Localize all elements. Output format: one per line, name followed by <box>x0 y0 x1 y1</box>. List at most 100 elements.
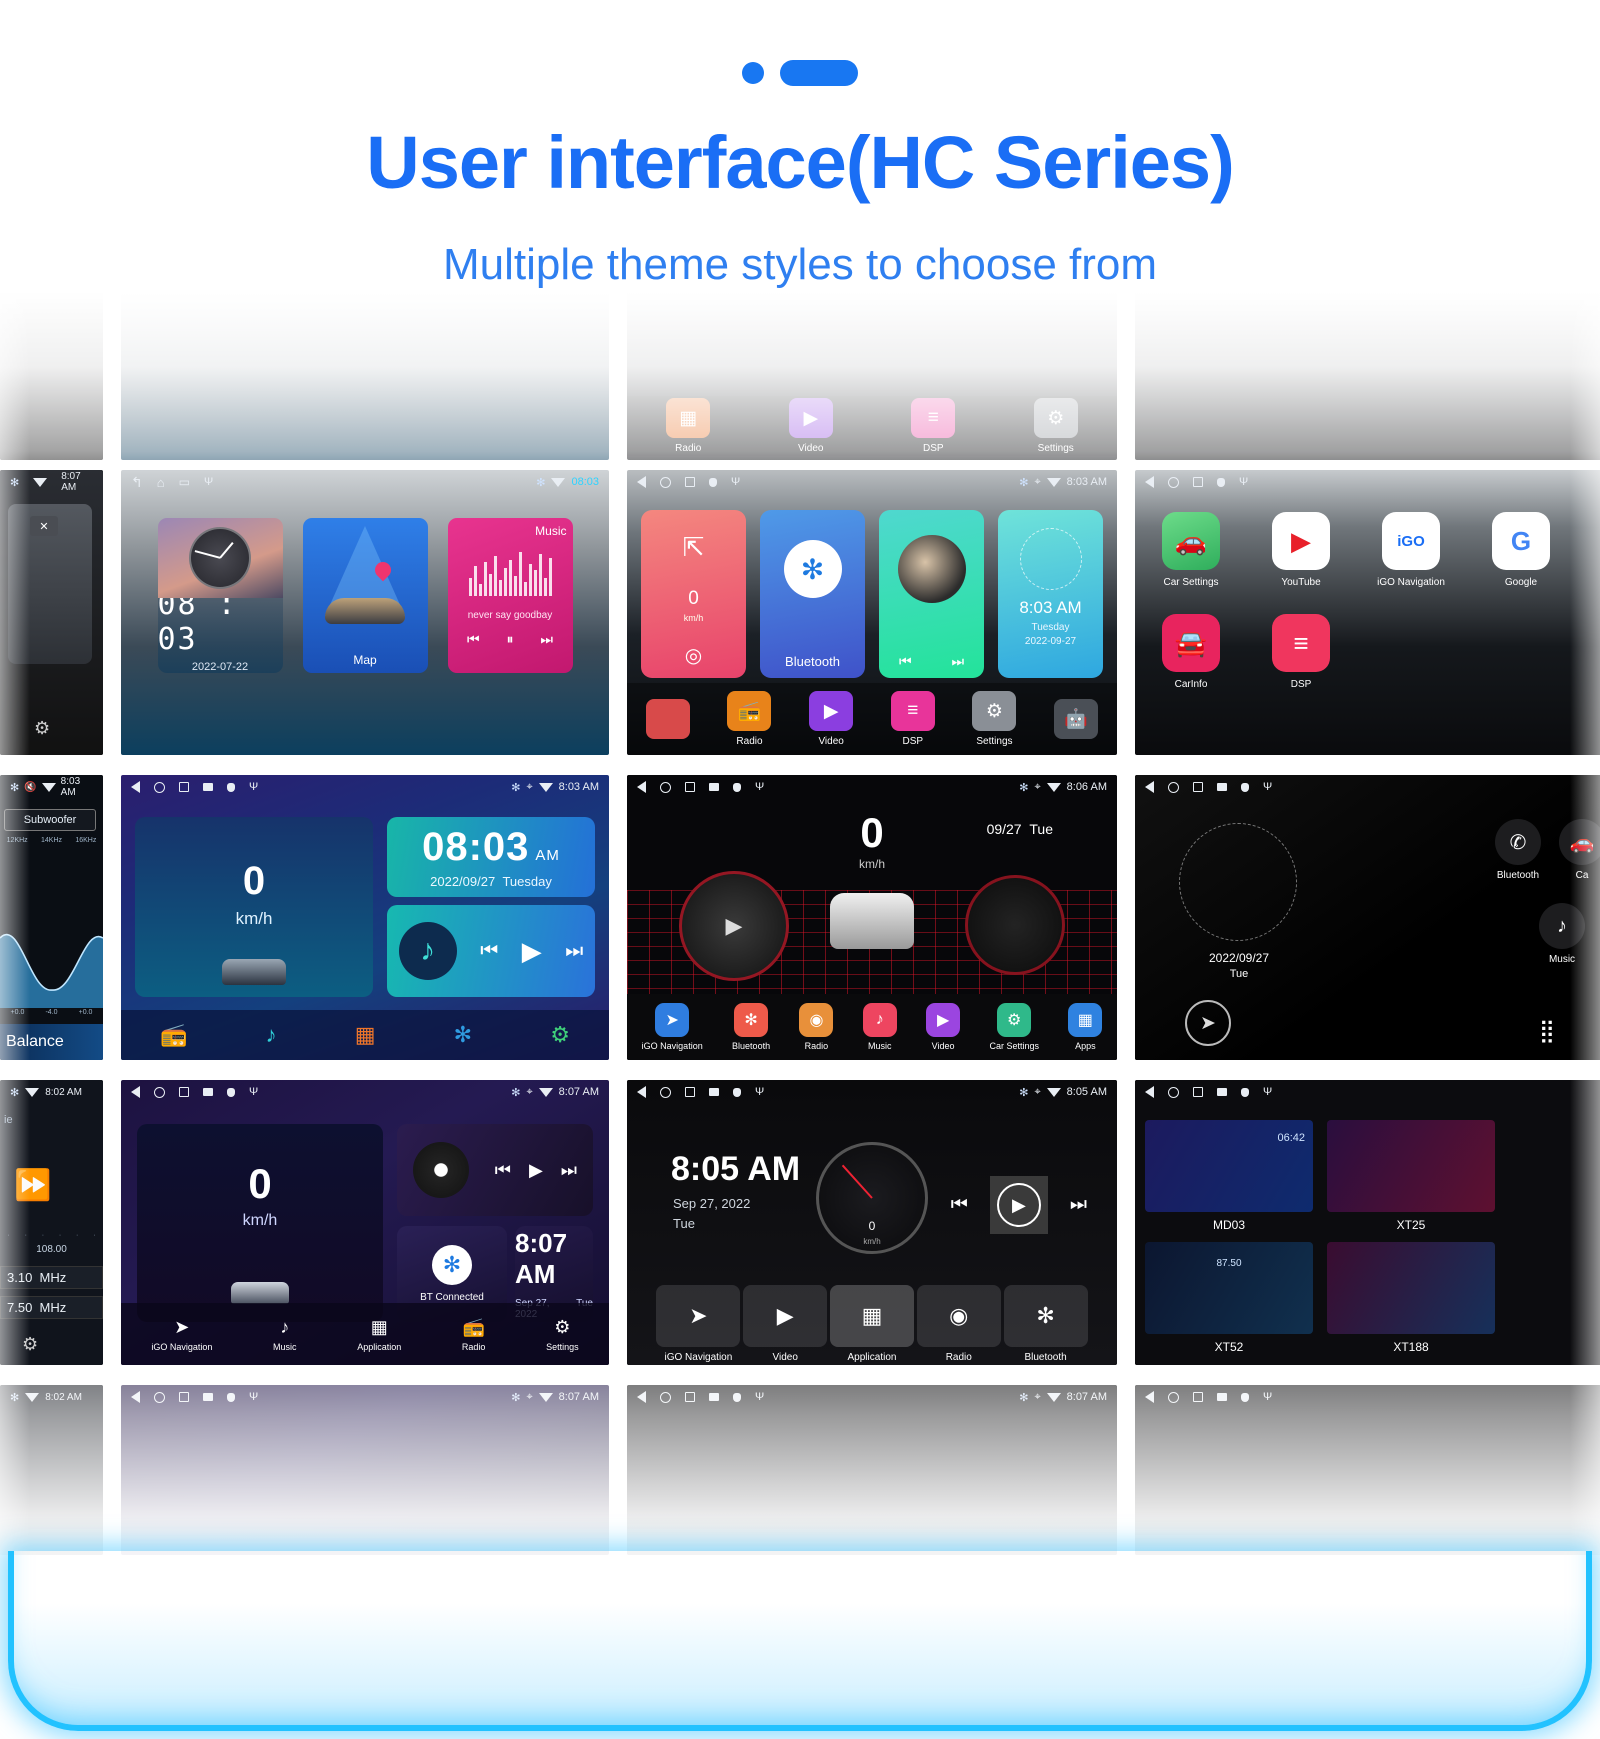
balance-tab[interactable]: Balance <box>0 1024 103 1060</box>
dock-item-music[interactable]: ♪ Music <box>862 1003 897 1051</box>
navigation-icon[interactable]: ➤ <box>1185 1000 1231 1046</box>
dock-item-igo[interactable]: ➤ iGO Navigation <box>642 1003 703 1051</box>
subwoofer-label[interactable]: Subwoofer <box>4 809 96 831</box>
play-icon[interactable]: ▶ <box>522 936 542 967</box>
dock-item-igo[interactable]: ➤ iGO Navigation <box>656 1285 741 1363</box>
panel-black-theme[interactable]: Ψ 2022/09/27 Tue ✆ Bluetooth 🚗 Ca ♪ Music ➤… <box>1135 775 1600 1060</box>
music-widget[interactable]: ♪ ⏮ ▶ ⏭ <box>387 905 595 997</box>
dock-item-android[interactable]: 🤖 <box>1054 699 1099 739</box>
back-icon[interactable] <box>131 781 140 793</box>
navigation-card[interactable]: ⇱ 0 km/h ◎ <box>641 510 746 678</box>
bluetooth-item[interactable]: ✆ Bluetooth <box>1495 819 1541 881</box>
clock-widget[interactable]: 08 : 03 2022-07-22 Friday <box>157 518 283 673</box>
apps-icon[interactable]: ▦ <box>355 1022 376 1048</box>
clock-widget[interactable]: 08:03 AM 2022/09/27 Tuesday <box>387 817 595 897</box>
next-icon[interactable]: ⏭ <box>951 653 964 670</box>
app-google[interactable]: G Google <box>1483 512 1559 588</box>
app-carinfo[interactable]: 🚘 CarInfo <box>1153 614 1229 690</box>
bluetooth-icon[interactable]: ✻ <box>454 1022 472 1048</box>
prev-icon[interactable]: ⏮ <box>951 1194 968 1216</box>
dock-item[interactable]: ⚙ Settings <box>1033 398 1078 454</box>
dock-item-apple[interactable] <box>645 699 690 739</box>
panel-cards-theme[interactable]: Ψ ✻ ⌖ 8:03 AM ⇱ 0 km/h ◎ ✻ Bluetooth ⏮ ⏭… <box>627 470 1117 755</box>
gear-icon[interactable]: ⚙ <box>34 718 50 739</box>
next-icon[interactable]: ⏭ <box>1070 1194 1087 1216</box>
speed-widget[interactable]: 0 km/h <box>135 817 373 997</box>
home-icon[interactable] <box>1168 476 1179 488</box>
apps-grid-icon[interactable]: ⣿ <box>1539 1018 1557 1044</box>
app-youtube[interactable]: ▶ YouTube <box>1263 512 1339 588</box>
dock-item-settings[interactable]: ⚙ Settings <box>972 691 1017 747</box>
seek-forward-icon[interactable]: ⏩ <box>14 1168 51 1203</box>
dock-item-video[interactable]: ▶ Video <box>926 1003 961 1051</box>
dock-item-application[interactable]: ▦ Application <box>829 1285 914 1363</box>
clock-card[interactable]: 8:03 AM Tuesday 2022-09-27 <box>998 510 1103 678</box>
dock-item-radio[interactable]: ◉ Radio <box>916 1285 1001 1363</box>
recents-icon[interactable] <box>685 782 695 792</box>
dock-item-video[interactable]: ▶ Video <box>743 1285 828 1363</box>
recents-icon[interactable] <box>179 782 189 792</box>
dock-item-video[interactable]: ▶ Video <box>809 691 854 747</box>
next-icon[interactable]: ⏭ <box>565 940 583 963</box>
dock-item-bluetooth[interactable]: ✻ Bluetooth <box>732 1003 770 1051</box>
back-icon[interactable] <box>637 781 646 793</box>
preset-1[interactable]: 3.10 MHz <box>0 1266 103 1289</box>
back-icon[interactable] <box>637 1086 646 1098</box>
eq-icon[interactable]: ⚙ <box>22 1334 38 1355</box>
back-icon[interactable] <box>1145 781 1154 793</box>
app-car-settings[interactable]: 🚗 Car Settings <box>1153 512 1229 588</box>
app-dsp[interactable]: ≡ DSP <box>1263 614 1339 690</box>
panel-widgets-theme[interactable]: ↰ ⌂ ▭ Ψ ✻ 08:03 08 : 03 2022-07-22 Map M… <box>121 470 609 755</box>
panel-sliver-radio[interactable]: ✻ 8:02 AM ie ⏩ · · · · · · 108.00 3.10 MHz 7.… <box>0 1080 103 1365</box>
music-widget[interactable]: Music never say goodbay ⏮ ⏸ ⏭ <box>447 518 573 673</box>
recents-icon[interactable] <box>685 1087 695 1097</box>
recents-icon[interactable] <box>685 477 695 487</box>
prev-icon[interactable]: ⏮ <box>495 1160 511 1181</box>
next-icon[interactable]: ⏭ <box>561 1160 577 1181</box>
back-icon[interactable] <box>1145 476 1154 488</box>
model-thumb-xt25[interactable]: XT25 <box>1327 1120 1495 1232</box>
play-icon[interactable]: ▶ <box>529 1160 543 1181</box>
back-icon[interactable]: ↰ <box>131 474 143 491</box>
bluetooth-card[interactable]: ✻ Bluetooth <box>760 510 865 678</box>
music-widget[interactable]: ⏮ ▶ ⏭ <box>397 1124 593 1216</box>
music-icon[interactable]: ♪ <box>266 1022 277 1048</box>
recents-icon[interactable] <box>1193 1087 1203 1097</box>
back-icon[interactable] <box>131 1086 140 1098</box>
home-icon[interactable] <box>154 781 165 793</box>
home-icon[interactable] <box>660 1086 671 1098</box>
map-widget[interactable]: Map <box>302 518 428 673</box>
prev-icon[interactable]: ⏮ <box>899 653 912 670</box>
dock-item-music[interactable]: ♪ Music <box>273 1317 297 1352</box>
back-icon[interactable] <box>1145 1086 1154 1098</box>
home-icon[interactable] <box>1168 1086 1179 1098</box>
home-icon[interactable] <box>660 781 671 793</box>
app-igo-navigation[interactable]: iGO iGO Navigation <box>1373 512 1449 588</box>
home-icon[interactable] <box>154 1086 165 1098</box>
settings-icon[interactable]: ⚙ <box>550 1022 570 1048</box>
recents-icon[interactable] <box>1193 782 1203 792</box>
model-thumb-xt188[interactable]: XT188 <box>1327 1242 1495 1354</box>
model-thumb-xt52[interactable]: 87.50 XT52 <box>1145 1242 1313 1354</box>
home-icon[interactable] <box>660 476 671 488</box>
recents-icon[interactable] <box>179 1087 189 1097</box>
recents-icon[interactable]: ▭ <box>179 475 190 489</box>
home-icon[interactable] <box>1168 781 1179 793</box>
prev-icon[interactable]: ⏮ <box>480 940 498 963</box>
music-item[interactable]: ♪ Music <box>1539 903 1585 965</box>
car-item[interactable]: 🚗 Ca <box>1559 819 1600 881</box>
dock-item-radio[interactable]: ◉ Radio <box>799 1003 834 1051</box>
dock-item-bluetooth[interactable]: ✻ Bluetooth <box>1003 1285 1088 1363</box>
dock-item-application[interactable]: ▦ Application <box>357 1317 401 1352</box>
back-icon[interactable] <box>637 476 646 488</box>
home-icon[interactable]: ⌂ <box>157 475 165 490</box>
prev-icon[interactable]: ⏮ <box>467 631 480 648</box>
panel-models-theme[interactable]: Ψ 06:42 MD03 XT25 87.50 XT52 XT188 <box>1135 1080 1600 1365</box>
panel-blue-theme[interactable]: Ψ ✻ ⌖ 8:03 AM 0 km/h 08:03 AM 2022/09/27… <box>121 775 609 1060</box>
dock-item[interactable]: ▦ Radio <box>666 398 711 454</box>
speed-widget[interactable]: 0 km/h <box>137 1124 383 1322</box>
radio-icon[interactable]: 📻 <box>160 1022 187 1048</box>
dock-item[interactable]: ≡ DSP <box>911 398 956 454</box>
music-card[interactable]: ⏮ ⏭ <box>879 510 984 678</box>
panel-purple-theme[interactable]: Ψ ✻ ⌖ 8:07 AM 0 km/h ⏮ ▶ ⏭ ✻ BT Connecte… <box>121 1080 609 1365</box>
